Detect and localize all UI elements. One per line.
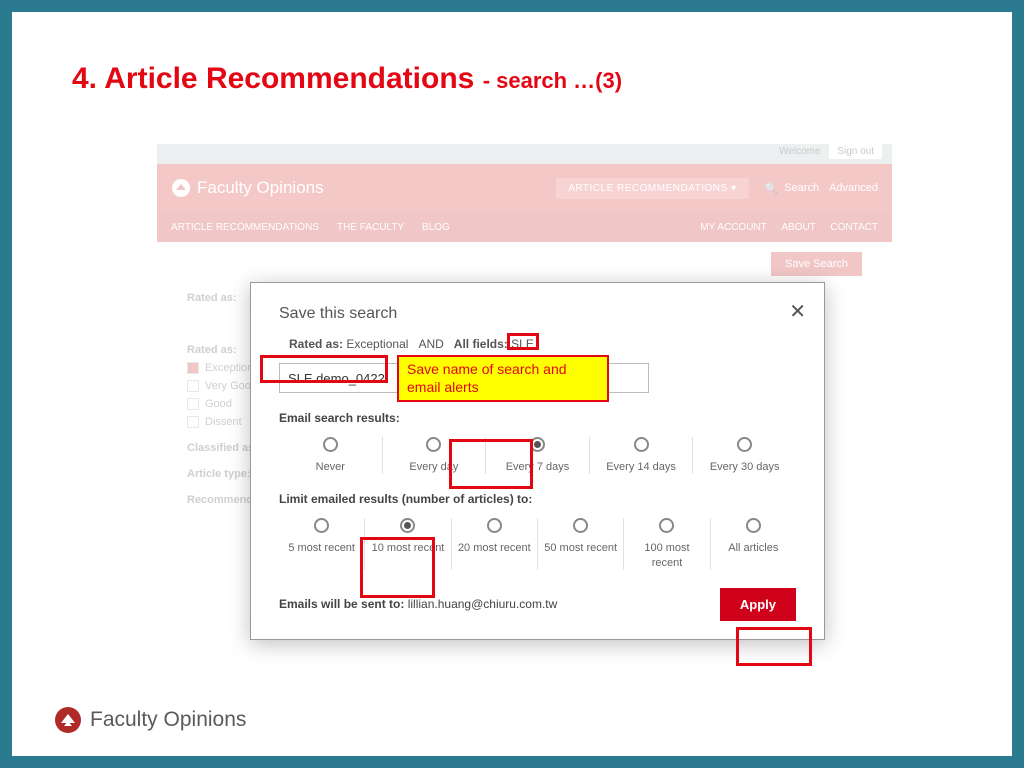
nav-item: BLOG <box>422 222 450 233</box>
checkbox-icon <box>187 398 199 410</box>
search-icon: 🔍 <box>765 182 779 195</box>
email-results-heading: Email search results: <box>279 411 796 425</box>
nav-item: ABOUT <box>781 222 815 233</box>
email-frequency-option[interactable]: Every 7 days <box>486 437 590 474</box>
sent-to-label: Emails will be sent to: <box>279 597 404 611</box>
nav-right: MY ACCOUNT ABOUT CONTACT <box>688 222 878 233</box>
sent-to-value: lillian.huang@chiuru.com.tw <box>408 597 558 611</box>
slide: 4. Article Recommendations - search …(3)… <box>12 12 1012 756</box>
email-frequency-option[interactable]: Never <box>279 437 383 474</box>
slide-title: 4. Article Recommendations - search …(3) <box>72 62 622 96</box>
all-fields-label: All fields: <box>454 337 508 351</box>
email-frequency-label: Every 7 days <box>490 460 585 474</box>
email-frequency-label: Every 30 days <box>697 460 792 474</box>
header-search: 🔍 Search <box>759 182 820 195</box>
brand-logo-small: Faculty Opinions <box>171 178 324 198</box>
rated-as-value: Exceptional <box>346 337 408 351</box>
app-header: Faculty Opinions ARTICLE RECOMMENDATIONS… <box>157 164 892 212</box>
email-frequency-option[interactable]: Every 30 days <box>693 437 796 474</box>
limit-results-option[interactable]: All articles <box>711 518 796 570</box>
email-frequency-option[interactable]: Every day <box>383 437 487 474</box>
save-search-modal: ✕ Save this search Rated as: Exceptional… <box>250 282 825 640</box>
annotation-callout: Save name of search and email alerts <box>397 355 609 402</box>
limit-results-option[interactable]: 5 most recent <box>279 518 365 570</box>
checkbox-icon <box>187 416 199 428</box>
footer-logo: Faculty Opinions <box>54 706 246 734</box>
radio-icon[interactable] <box>737 437 752 452</box>
welcome-text: Welcome <box>779 146 821 157</box>
nav-item: MY ACCOUNT <box>700 222 766 233</box>
close-icon[interactable]: ✕ <box>789 299 806 324</box>
advanced-link: Advanced <box>829 182 878 194</box>
email-frequency-option[interactable]: Every 14 days <box>590 437 694 474</box>
limit-results-label: All articles <box>715 541 792 555</box>
signout-chip: Sign out <box>829 144 882 159</box>
radio-icon[interactable] <box>323 437 338 452</box>
radio-icon[interactable] <box>634 437 649 452</box>
nav-item: ARTICLE RECOMMENDATIONS <box>171 222 319 233</box>
radio-icon[interactable] <box>573 518 588 533</box>
apply-button[interactable]: Apply <box>720 588 796 621</box>
all-fields-value: SLE <box>511 337 534 351</box>
limit-results-group: 5 most recent 10 most recent 20 most recen… <box>279 518 796 570</box>
modal-footer: Emails will be sent to: lillian.huang@ch… <box>279 588 796 621</box>
email-frequency-label: Every day <box>387 460 482 474</box>
logo-icon <box>171 178 191 198</box>
save-search-bg-button: Save Search <box>771 252 862 276</box>
sub-nav: ARTICLE RECOMMENDATIONS THE FACULTY BLOG… <box>157 212 892 242</box>
radio-icon[interactable] <box>426 437 441 452</box>
limit-results-heading: Limit emailed results (number of article… <box>279 492 796 506</box>
limit-results-label: 50 most recent <box>542 541 619 555</box>
welcome-bar: Welcome Sign out <box>157 144 892 164</box>
checkbox-icon <box>187 362 199 374</box>
email-frequency-label: Every 14 days <box>594 460 689 474</box>
radio-icon[interactable] <box>530 437 545 452</box>
limit-results-label: 100 most recent <box>628 541 705 570</box>
nav-item: CONTACT <box>830 222 878 233</box>
rated-as-label: Rated as: <box>289 337 343 351</box>
limit-results-option[interactable]: 50 most recent <box>538 518 624 570</box>
radio-icon[interactable] <box>746 518 761 533</box>
search-criteria: Rated as: Exceptional AND All fields: SL… <box>289 337 796 351</box>
limit-results-label: 20 most recent <box>456 541 533 555</box>
title-sub: - search …(3) <box>483 68 622 93</box>
email-frequency-label: Never <box>283 460 378 474</box>
sent-to: Emails will be sent to: lillian.huang@ch… <box>279 597 557 611</box>
footer-brand-text: Faculty Opinions <box>90 708 246 732</box>
limit-results-label: 10 most recent <box>369 541 446 555</box>
radio-icon[interactable] <box>314 518 329 533</box>
limit-results-option[interactable]: 100 most recent <box>624 518 710 570</box>
title-main: 4. Article Recommendations <box>72 62 474 95</box>
limit-results-label: 5 most recent <box>283 541 360 555</box>
radio-icon[interactable] <box>400 518 415 533</box>
modal-title: Save this search <box>279 305 796 323</box>
header-tab: ARTICLE RECOMMENDATIONS ▾ <box>556 178 748 199</box>
radio-icon[interactable] <box>487 518 502 533</box>
brand-text: Faculty Opinions <box>197 178 324 198</box>
radio-icon[interactable] <box>659 518 674 533</box>
and-operator: AND <box>418 337 443 351</box>
checkbox-icon <box>187 380 199 392</box>
limit-results-option[interactable]: 20 most recent <box>452 518 538 570</box>
email-frequency-group: Never Every day Every 7 days Every 14 days E… <box>279 437 796 474</box>
logo-icon <box>54 706 82 734</box>
nav-item: THE FACULTY <box>337 222 404 233</box>
limit-results-option[interactable]: 10 most recent <box>365 518 451 570</box>
